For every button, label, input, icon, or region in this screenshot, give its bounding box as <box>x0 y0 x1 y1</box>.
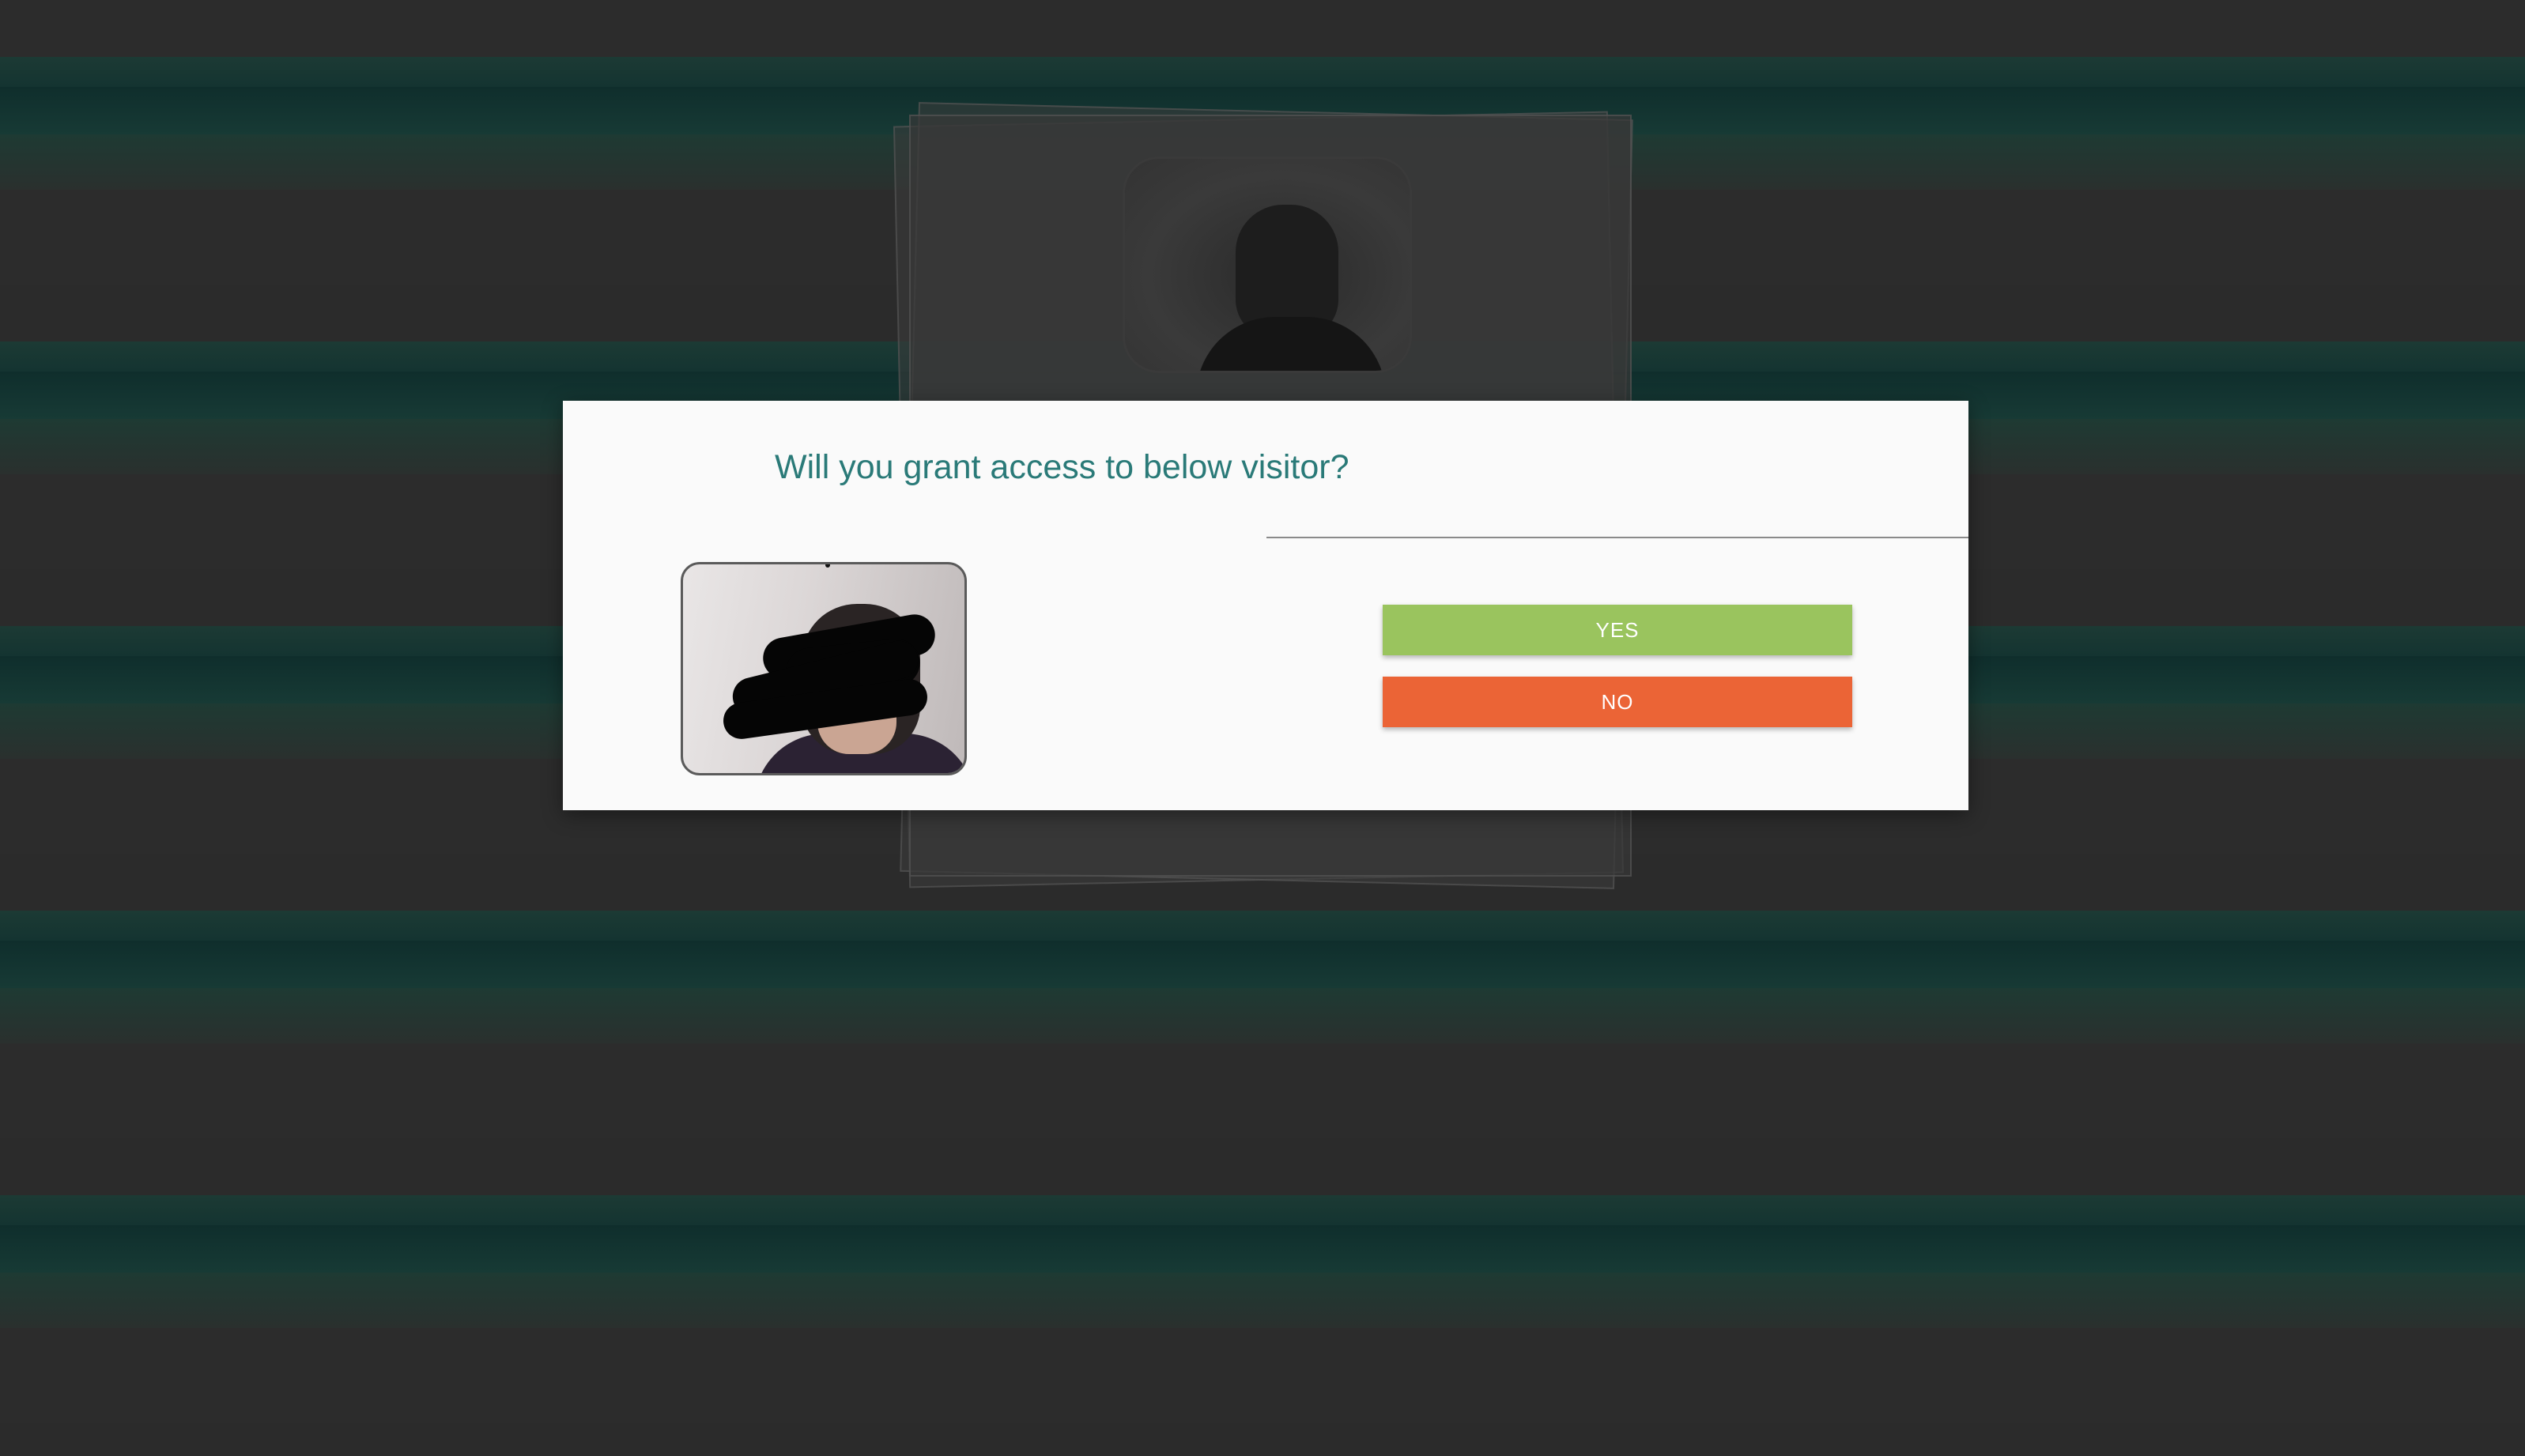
no-button[interactable]: NO <box>1383 677 1852 727</box>
yes-button[interactable]: YES <box>1383 605 1852 655</box>
visitor-photo <box>681 562 967 775</box>
dialog-title: Will you grant access to below visitor? <box>775 448 1349 486</box>
divider <box>1266 537 1968 538</box>
access-request-dialog: Will you grant access to below visitor? … <box>563 401 1968 810</box>
